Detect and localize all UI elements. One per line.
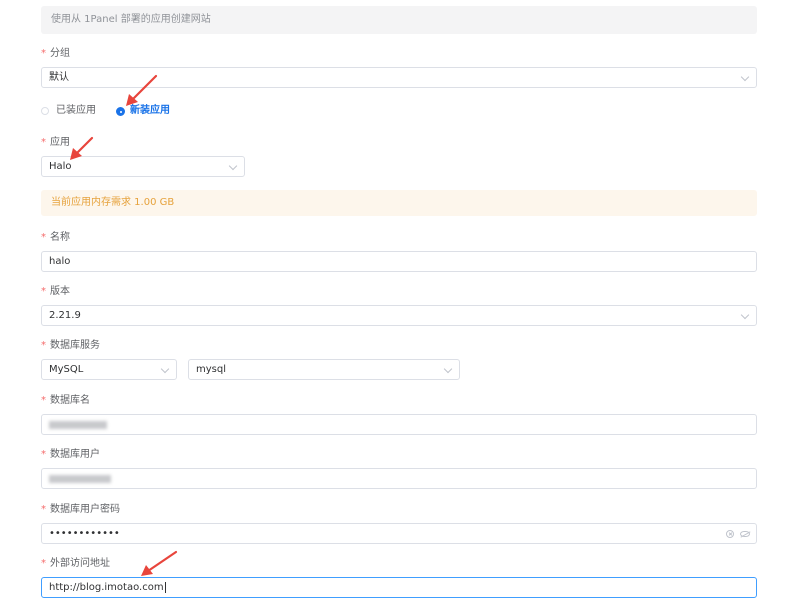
name-label-text: 名称 (50, 232, 70, 243)
db-type-select-value: MySQL (49, 364, 84, 375)
external-url-input[interactable]: http://blog.imotao.com (41, 577, 757, 598)
version-select-value: 2.21.9 (49, 310, 81, 321)
db-user-label-text: 数据库用户 (50, 449, 100, 460)
required-mark: * (41, 48, 46, 59)
chevron-down-icon (228, 161, 238, 171)
db-password-label: * 数据库用户密码 (41, 504, 120, 516)
required-mark: * (41, 558, 46, 569)
required-mark: * (41, 137, 46, 148)
app-label: * 应用 (41, 137, 70, 149)
external-url-input-value: http://blog.imotao.com (49, 582, 164, 593)
eye-hidden-icon[interactable] (740, 530, 750, 537)
db-name-label-text: 数据库名 (50, 395, 90, 406)
text-caret (164, 581, 166, 593)
arrow-to-url-input-icon (141, 550, 178, 576)
name-input[interactable]: halo (41, 251, 757, 272)
required-mark: * (41, 340, 46, 351)
info-banner: 使用从 1Panel 部署的应用创建网站 (41, 6, 757, 34)
db-instance-select-value: mysql (196, 364, 226, 375)
radio-new-app[interactable] (116, 107, 125, 116)
chevron-down-icon (443, 364, 453, 374)
required-mark: * (41, 395, 46, 406)
required-mark: * (41, 232, 46, 243)
chevron-down-icon (740, 310, 750, 320)
db-user-input[interactable] (41, 468, 757, 489)
version-label-text: 版本 (50, 286, 70, 297)
name-input-value: halo (49, 256, 71, 267)
group-select-value: 默认 (49, 72, 69, 83)
version-select[interactable]: 2.21.9 (41, 305, 757, 326)
clear-icon[interactable] (726, 529, 734, 538)
group-label: * 分组 (41, 48, 70, 60)
memory-warning-banner: 当前应用内存需求 1.00 GB (41, 190, 757, 216)
db-password-input-value: •••••••••••• (49, 528, 120, 539)
group-label-text: 分组 (50, 48, 70, 59)
radio-installed-app-label[interactable]: 已装应用 (56, 105, 96, 117)
annotation-arrows (70, 74, 178, 576)
db-service-label: * 数据库服务 (41, 340, 100, 352)
chevron-down-icon (160, 364, 170, 374)
db-instance-select[interactable]: mysql (188, 359, 460, 380)
radio-new-app-label[interactable]: 新装应用 (130, 105, 170, 117)
db-name-input[interactable] (41, 414, 757, 435)
db-service-label-text: 数据库服务 (50, 340, 100, 351)
app-select-value: Halo (49, 161, 72, 172)
external-url-label-text: 外部访问地址 (50, 558, 110, 569)
version-label: * 版本 (41, 286, 70, 298)
db-password-label-text: 数据库用户密码 (50, 504, 120, 515)
db-name-label: * 数据库名 (41, 395, 90, 407)
radio-installed-app[interactable] (41, 107, 49, 115)
blurred-value (49, 421, 107, 429)
required-mark: * (41, 449, 46, 460)
app-label-text: 应用 (50, 137, 70, 148)
group-select[interactable]: 默认 (41, 67, 757, 88)
chevron-down-icon (740, 72, 750, 82)
db-type-select[interactable]: MySQL (41, 359, 177, 380)
name-label: * 名称 (41, 232, 70, 244)
external-url-label: * 外部访问地址 (41, 558, 110, 570)
required-mark: * (41, 286, 46, 297)
db-user-label: * 数据库用户 (41, 449, 100, 461)
required-mark: * (41, 504, 46, 515)
blurred-value (49, 475, 111, 483)
db-password-input[interactable]: •••••••••••• (41, 523, 757, 544)
app-select[interactable]: Halo (41, 156, 245, 177)
